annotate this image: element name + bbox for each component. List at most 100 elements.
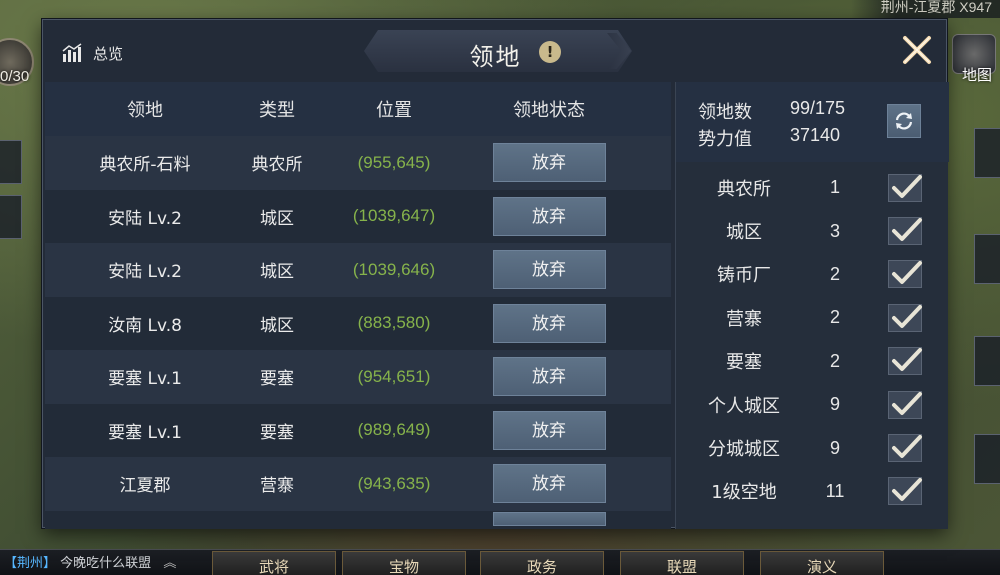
territory-position[interactable]: (955,645)	[309, 153, 479, 173]
filter-name: 城区	[726, 222, 762, 244]
filter-item: 要塞 2	[676, 340, 949, 383]
dialog-title: 领地	[469, 43, 522, 71]
territory-position[interactable]: (989,649)	[309, 420, 479, 440]
filter-item: 营寨 2	[676, 296, 949, 339]
territory-name: 江夏郡	[119, 476, 171, 497]
refresh-button[interactable]	[887, 104, 921, 138]
header-type[interactable]: 类型	[245, 96, 309, 122]
table-row: 要塞 Lv.1 要塞 (954,651) 放弃	[45, 350, 671, 404]
territory-position[interactable]: (1039,647)	[309, 206, 479, 226]
table-row: 典农所-石料 典农所 (955,645) 放弃	[45, 136, 671, 190]
table-row: 汝南 Lv.8 城区 (883,580) 放弃	[45, 296, 671, 350]
affairs-button[interactable]: 政务	[480, 551, 604, 575]
map-label[interactable]: 地图	[962, 64, 992, 85]
chat-message: 今晚吃什么联盟	[60, 556, 152, 571]
abandon-button[interactable]: 放弃	[492, 464, 606, 504]
territory-position[interactable]: (954,651)	[309, 367, 479, 387]
dialog-header: 总览 领地 !	[43, 20, 946, 82]
right-side-tab[interactable]	[974, 128, 1000, 178]
filter-checkbox[interactable]	[888, 347, 922, 376]
checkmark-icon	[892, 218, 922, 242]
story-button-label: 演义	[806, 558, 837, 575]
territory-type: 城区	[260, 208, 294, 229]
generals-button-label: 武将	[258, 558, 289, 575]
territory-type: 要塞	[260, 369, 294, 390]
abandon-button[interactable]: 放弃	[492, 357, 606, 397]
abandon-button[interactable]: 放弃	[492, 143, 606, 183]
chat-line[interactable]: 【荆州】 今晚吃什么联盟 ︽	[4, 552, 176, 571]
filter-name: 营寨	[726, 308, 762, 330]
territory-dialog: 总览 领地 ! 领地 类型 位置 领地状态 典农所-石料 典农所 (955,64…	[42, 19, 949, 529]
abandon-button[interactable]: 放弃	[492, 303, 606, 343]
right-side-tab[interactable]	[974, 434, 1000, 484]
alliance-button-label: 联盟	[666, 558, 697, 575]
filter-name: 典农所	[717, 178, 771, 200]
filter-count: 9	[829, 437, 840, 458]
territory-name: 要塞 Lv.1	[108, 369, 182, 390]
filter-count: 9	[829, 394, 840, 415]
filter-count: 2	[829, 307, 840, 328]
filter-item: 个人城区 9	[676, 383, 949, 426]
right-side-tab[interactable]	[974, 336, 1000, 386]
checkmark-icon	[892, 391, 922, 415]
filter-checkbox[interactable]	[888, 303, 922, 332]
filter-item: 典农所 1	[676, 166, 949, 209]
power-number: 37140	[790, 125, 841, 145]
checkmark-icon	[892, 304, 922, 328]
location-coordinates: 荆州-江夏郡 X947	[850, 0, 1000, 18]
filter-name: 要塞	[726, 352, 762, 374]
treasure-button[interactable]: 宝物	[342, 551, 466, 575]
filter-checkbox[interactable]	[888, 477, 922, 506]
territory-count: 领地数 99/175	[698, 98, 845, 124]
abandon-button[interactable]: 放弃	[492, 410, 606, 450]
territory-name: 要塞 Lv.1	[108, 422, 182, 443]
filter-checkbox[interactable]	[888, 173, 922, 202]
left-side-tab[interactable]	[0, 140, 22, 184]
filter-checkbox[interactable]	[888, 434, 922, 463]
header-status[interactable]: 领地状态	[479, 96, 619, 122]
right-side-tab[interactable]	[974, 234, 1000, 284]
filter-checkbox[interactable]	[888, 390, 922, 419]
territory-count-value: 99/175	[790, 98, 846, 118]
chevron-up-icon[interactable]: ︽	[163, 556, 176, 571]
territory-position[interactable]: (1039,646)	[309, 260, 479, 280]
table-row: 安陆 Lv.2 城区 (1039,646) 放弃	[45, 243, 671, 297]
filter-name: 1级空地	[711, 482, 777, 504]
left-counter: 0/30	[0, 68, 30, 85]
filter-count: 2	[829, 263, 840, 284]
territory-type: 要塞	[260, 422, 294, 443]
filter-checkbox[interactable]	[888, 260, 922, 289]
filter-checkbox[interactable]	[888, 217, 922, 246]
territory-position[interactable]: (883,580)	[309, 313, 479, 333]
abandon-button[interactable]: 放弃	[492, 250, 606, 290]
abandon-button[interactable]	[492, 511, 606, 526]
abandon-button[interactable]: 放弃	[492, 196, 606, 236]
filter-item: 铸币厂 2	[676, 253, 949, 296]
territory-position[interactable]: (943,635)	[309, 474, 479, 494]
table-row: 要塞 Lv.1 要塞 (989,649) 放弃	[45, 403, 671, 457]
filter-count: 2	[829, 350, 840, 371]
left-side-tab[interactable]	[0, 195, 22, 239]
filter-list: 典农所 1 城区 3 铸币厂 2 营寨 2 要塞 2 个人城区 9 分城城区 9…	[676, 166, 949, 513]
power-value: 势力值 37140	[698, 125, 840, 151]
territory-type: 营寨	[260, 476, 294, 497]
generals-button[interactable]: 武将	[212, 551, 336, 575]
chat-channel-tag: 【荆州】	[4, 556, 57, 571]
checkmark-icon	[892, 435, 922, 459]
refresh-icon	[895, 112, 913, 130]
filter-panel: 领地数 99/175 势力值 37140 典农所 1 城区 3 铸币厂 2 营寨…	[675, 82, 949, 529]
header-position[interactable]: 位置	[309, 96, 479, 122]
header-territory[interactable]: 领地	[45, 96, 245, 122]
territory-name: 典农所-石料	[99, 155, 191, 176]
territory-name: 安陆 Lv.2	[108, 262, 182, 283]
territory-name: 汝南 Lv.8	[108, 315, 182, 336]
treasure-button-label: 宝物	[388, 558, 419, 575]
alliance-button[interactable]: 联盟	[620, 551, 744, 575]
territory-name: 安陆 Lv.2	[108, 208, 182, 229]
close-icon[interactable]	[901, 34, 933, 66]
info-icon[interactable]: !	[539, 41, 561, 63]
checkmark-icon	[892, 478, 922, 502]
story-button[interactable]: 演义	[760, 551, 884, 575]
filter-count: 11	[825, 480, 845, 501]
checkmark-icon	[892, 174, 922, 198]
